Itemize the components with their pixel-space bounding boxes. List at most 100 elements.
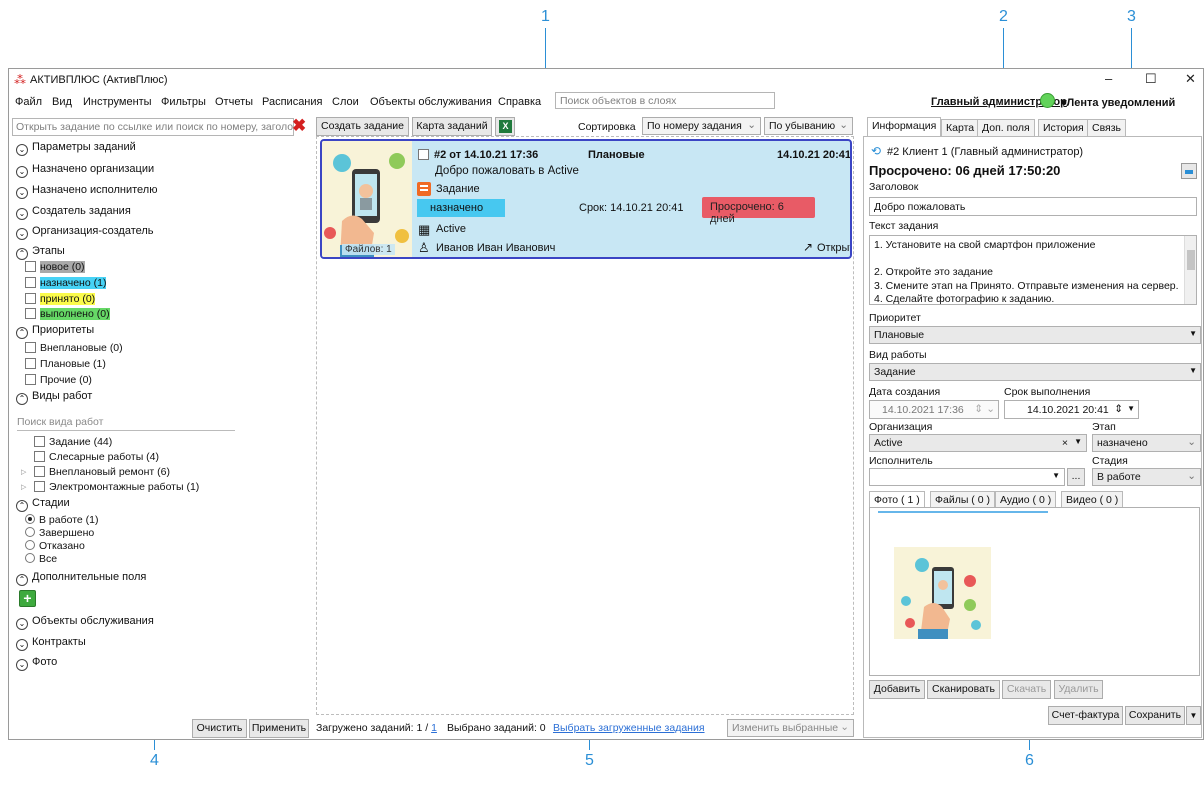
radio[interactable]: [25, 527, 35, 537]
add-field-icon[interactable]: +: [19, 590, 36, 607]
work-type-task[interactable]: Задание (44): [34, 436, 112, 448]
menu-file[interactable]: Файл: [15, 96, 42, 108]
group-stages[interactable]: ⌃ Этапы: [16, 245, 65, 260]
priority-select[interactable]: Плановые ▼: [869, 326, 1201, 344]
executor-select[interactable]: ▼: [869, 468, 1065, 486]
add-photo-button[interactable]: Добавить: [869, 680, 925, 699]
clear-icon[interactable]: ×: [1062, 437, 1068, 449]
group-extra-fields[interactable]: ⌃ Дополнительные поля: [16, 571, 146, 586]
download-button[interactable]: Скачать: [1002, 680, 1051, 699]
checkbox[interactable]: [25, 342, 36, 353]
checkbox[interactable]: [25, 308, 36, 319]
menu-reports[interactable]: Отчеты: [215, 96, 253, 108]
heading-input[interactable]: Добро пожаловать: [869, 197, 1197, 216]
checkbox[interactable]: [25, 374, 36, 385]
menu-layers[interactable]: Слои: [332, 96, 359, 108]
expand-arrow-icon[interactable]: ▷: [21, 468, 26, 476]
group-assigned-exec[interactable]: ⌄ Назначено исполнителю: [16, 184, 157, 199]
change-selected-button[interactable]: Изменить выбранные ⌄: [727, 719, 854, 737]
state-finished[interactable]: Завершено: [25, 527, 94, 539]
create-task-button[interactable]: Создать задание: [316, 117, 409, 136]
stage-assigned[interactable]: назначено (1): [25, 277, 107, 289]
state-all[interactable]: Все: [25, 553, 57, 565]
scan-button[interactable]: Сканировать: [927, 680, 1000, 699]
delete-button[interactable]: Удалить: [1054, 680, 1103, 699]
clear-search-icon[interactable]: ✖: [292, 116, 306, 136]
task-card[interactable]: Файлов: 1 #2 от 14.10.21 17:36 Плановые …: [320, 139, 852, 259]
maximize-icon[interactable]: ☐: [1145, 71, 1157, 87]
radio[interactable]: [25, 540, 35, 550]
work-type-repair[interactable]: Внеплановый ремонт (6): [34, 466, 170, 478]
tab-extra-fields[interactable]: Доп. поля: [977, 119, 1035, 136]
checkbox[interactable]: [34, 481, 45, 492]
executor-browse-button[interactable]: ...: [1067, 468, 1085, 486]
save-button[interactable]: Сохранить: [1125, 706, 1185, 725]
tab-audio[interactable]: Аудио ( 0 ): [995, 491, 1057, 508]
group-org-creator[interactable]: ⌄ Организация-создатель: [16, 225, 154, 240]
caret-down-icon[interactable]: ▼: [1127, 404, 1135, 413]
deadline-input[interactable]: 14.10.2021 20:41 ⇕ ▼: [1004, 400, 1139, 419]
task-select-checkbox[interactable]: [418, 149, 433, 161]
work-type-select[interactable]: Задание ▼: [869, 363, 1201, 381]
photo-thumbnail[interactable]: [894, 547, 991, 639]
group-states[interactable]: ⌃ Стадии: [16, 497, 70, 512]
checkbox[interactable]: [25, 358, 36, 369]
task-open-link[interactable]: Открыть: [817, 242, 850, 254]
notifications-feed-toggle[interactable]: ▾Лента уведомлений: [1061, 96, 1175, 109]
invoice-button[interactable]: Счет-фактура: [1048, 706, 1123, 725]
group-contracts[interactable]: ⌄ Контракты: [16, 636, 86, 651]
state-select[interactable]: В работе ⌄: [1092, 468, 1201, 486]
sort-order-select[interactable]: По убыванию ⌄: [764, 117, 853, 135]
checkbox[interactable]: [418, 149, 429, 160]
clear-button[interactable]: Очистить: [192, 719, 247, 738]
spinner-icon[interactable]: ⇕: [1114, 403, 1123, 415]
checkbox[interactable]: [34, 436, 45, 447]
checkbox[interactable]: [34, 451, 45, 462]
tab-info[interactable]: Информация: [867, 117, 942, 137]
group-assigned-org[interactable]: ⌄ Назначено организации: [16, 163, 154, 178]
close-icon[interactable]: ✕: [1185, 71, 1196, 87]
state-declined[interactable]: Отказано: [25, 540, 85, 552]
checkbox[interactable]: [34, 466, 45, 477]
menu-help[interactable]: Справка: [498, 96, 541, 108]
tab-link[interactable]: Связь: [1087, 119, 1127, 136]
priority-unplanned[interactable]: Внеплановые (0): [25, 342, 123, 354]
stage-done[interactable]: выполнено (0): [25, 308, 110, 320]
task-text-area[interactable]: 1. Установите на свой смартфон приложени…: [869, 235, 1197, 305]
menu-filters[interactable]: Фильтры: [161, 96, 206, 108]
tab-history[interactable]: История: [1038, 119, 1089, 136]
task-thumbnail-image[interactable]: [322, 141, 412, 257]
apply-button[interactable]: Применить: [249, 719, 309, 738]
group-params[interactable]: ⌄ Параметры заданий: [16, 141, 136, 156]
radio[interactable]: [25, 514, 35, 524]
menu-schedules[interactable]: Расписания: [262, 96, 322, 108]
sort-by-select[interactable]: По номеру задания ⌄: [642, 117, 761, 135]
stage-select[interactable]: назначено ⌄: [1092, 434, 1201, 452]
tab-video[interactable]: Видео ( 0 ): [1061, 491, 1124, 508]
checkbox[interactable]: [25, 261, 36, 272]
minimize-icon[interactable]: –: [1105, 71, 1112, 86]
group-priorities[interactable]: ⌃ Приоритеты: [16, 324, 94, 339]
work-type-electrical[interactable]: Электромонтажные работы (1): [34, 481, 199, 493]
save-options-button[interactable]: ▼: [1186, 706, 1201, 725]
layer-search-input[interactable]: Поиск объектов в слоях: [555, 92, 775, 109]
loaded-link[interactable]: 1: [431, 722, 437, 734]
open-external-icon[interactable]: ↗: [803, 240, 813, 254]
radio[interactable]: [25, 553, 35, 563]
task-map-button[interactable]: Карта заданий: [412, 117, 492, 136]
text-scrollbar[interactable]: [1184, 236, 1196, 304]
menu-service-objects[interactable]: Объекты обслуживания: [370, 96, 492, 108]
group-work-types[interactable]: ⌃ Виды работ: [16, 390, 92, 405]
expand-arrow-icon[interactable]: ▷: [21, 483, 26, 491]
caret-down-icon[interactable]: ▼: [1074, 437, 1082, 446]
menu-view[interactable]: Вид: [52, 96, 72, 108]
priority-other[interactable]: Прочие (0): [25, 374, 92, 386]
priority-planned[interactable]: Плановые (1): [25, 358, 106, 370]
work-type-search-input[interactable]: Поиск вида работ: [17, 416, 235, 431]
print-icon[interactable]: [1181, 163, 1197, 179]
checkbox[interactable]: [25, 293, 36, 304]
select-loaded-link[interactable]: Выбрать загруженные задания: [553, 722, 705, 734]
checkbox[interactable]: [25, 277, 36, 288]
work-type-plumbing[interactable]: Слесарные работы (4): [34, 451, 159, 463]
organization-select[interactable]: Active × ▼: [869, 434, 1087, 452]
